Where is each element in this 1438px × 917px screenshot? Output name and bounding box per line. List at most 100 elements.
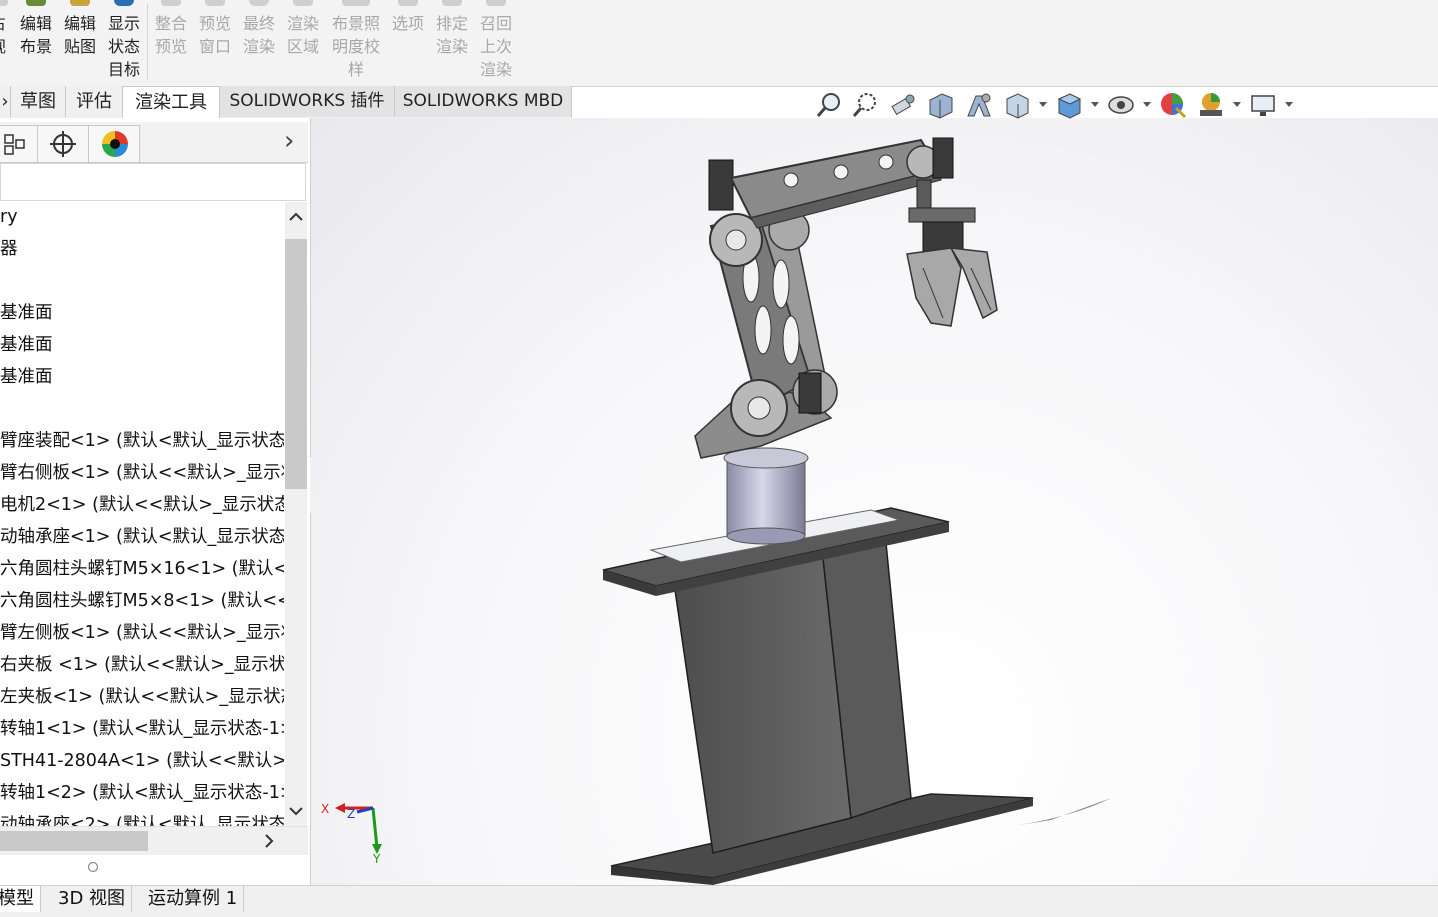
graphics-area[interactable]: X Y Z <box>311 118 1438 885</box>
edit-appearance-icon[interactable] <box>1158 90 1188 120</box>
edit-scene-button[interactable]: 编辑 布景 <box>16 0 56 58</box>
previous-view-icon[interactable] <box>888 90 918 120</box>
hide-show-items-icon[interactable] <box>1106 90 1136 120</box>
section-view-icon[interactable] <box>926 90 956 120</box>
scroll-right-icon[interactable] <box>258 830 280 852</box>
tree-horizontal-scrollbar[interactable] <box>0 826 308 855</box>
dimxpert-tab[interactable] <box>37 125 89 163</box>
tree-item[interactable]: 电机2<1> (默认<<默认>_显示状态 <box>0 490 284 520</box>
tree-item[interactable]: 动轴承座<2> (默认<默认_显示状态- <box>0 810 284 826</box>
chevron-down-icon[interactable] <box>1091 102 1099 107</box>
base-pillar <box>672 557 852 854</box>
tree-filter-input[interactable] <box>0 163 306 201</box>
apply-scene-icon[interactable] <box>1196 90 1226 120</box>
tree-item[interactable]: 器 <box>0 234 18 264</box>
command-manager-tabs: › 草图 评估 渲染工具 SOLIDWORKS 插件 SOLIDWORKS MB… <box>0 86 572 118</box>
arm-slot <box>754 305 772 355</box>
heads-up-view-toolbar <box>810 90 1310 124</box>
scroll-down-icon[interactable] <box>285 800 307 822</box>
edit-decal-icon <box>70 0 90 6</box>
display-manager-icon <box>102 131 128 157</box>
tree-item[interactable]: 右夹板 <1> (默认<<默认>_显示状态 <box>0 650 284 680</box>
robot-arm-model[interactable] <box>311 118 1438 885</box>
tab-render-tools[interactable]: 渲染工具 <box>122 86 220 118</box>
arm-slot <box>772 259 790 309</box>
ribbon: 占 视 编辑 布景 编辑 贴图 显示 状态 目标 整合 预览 预览 窗口 最终 … <box>0 0 1438 87</box>
display-manager-tab[interactable] <box>88 125 140 163</box>
gripper-servo <box>922 221 964 253</box>
tree-item[interactable]: 六角圆柱头螺钉M5×16<1> (默认< <box>0 554 284 584</box>
dynamic-annotation-icon[interactable] <box>964 90 994 120</box>
x-axis-label: X <box>321 802 329 816</box>
recall-icon <box>486 0 506 6</box>
zoom-to-fit-icon[interactable] <box>814 90 844 120</box>
final-render-icon <box>249 0 269 6</box>
display-state-target-button[interactable]: 显示 状态 目标 <box>104 0 144 81</box>
schedule-icon <box>442 0 462 6</box>
tree-item[interactable]: 转轴1<1> (默认<默认_显示状态-1> <box>0 714 284 744</box>
view-orientation-icon[interactable] <box>1002 90 1032 120</box>
tree-item[interactable]: 臂左侧板<1> (默认<<默认>_显示状 <box>0 618 284 648</box>
tab-sketch[interactable]: 草图 <box>11 86 66 117</box>
panel-resize-grip-icon[interactable] <box>86 860 100 874</box>
schedule-render-button[interactable]: 排定 渲染 <box>432 0 472 58</box>
tree-item[interactable]: 臂右侧板<1> (默认<<默认>_显示状 <box>0 458 284 488</box>
render-region-button[interactable]: 渲染 区域 <box>283 0 323 58</box>
configuration-manager-tab[interactable] <box>0 125 38 163</box>
final-render-button[interactable]: 最终 渲染 <box>239 0 279 58</box>
scene-illumination-icon <box>342 0 370 6</box>
scrollbar-thumb[interactable] <box>285 239 307 489</box>
integrated-preview-button[interactable]: 整合 预览 <box>151 0 191 58</box>
wrist-link <box>916 179 932 211</box>
panel-expand-arrow[interactable]: › <box>284 126 294 156</box>
panel-tab-bar: › <box>0 122 308 163</box>
tab-model[interactable]: 模型 <box>0 886 41 912</box>
zoom-to-area-icon[interactable] <box>850 90 880 120</box>
shoulder-joint-hub <box>747 396 771 420</box>
preview-window-button[interactable]: 预览 窗口 <box>195 0 235 58</box>
tree-item[interactable]: 基准面 <box>0 330 53 360</box>
tree-item[interactable]: STH41-2804A<1> (默认<<默认>_ <box>0 746 284 776</box>
gripper-mount <box>908 207 976 223</box>
tab-motion-study-1[interactable]: 运动算例 1 <box>142 886 245 912</box>
tree-item[interactable]: ry <box>0 202 18 232</box>
scene-illumination-proof-button[interactable]: 布景照 明度校 样 <box>330 0 382 81</box>
feature-tree: ry 器 基准面 基准面 基准面 臂座装配<1> (默认<默认_显示状态- 臂右… <box>0 202 284 826</box>
render-region-icon <box>293 0 313 6</box>
tree-item[interactable]: 基准面 <box>0 298 53 328</box>
tree-item[interactable]: 左夹板<1> (默认<<默认>_显示状态 <box>0 682 284 712</box>
elbow-motor <box>708 159 734 211</box>
view-settings-icon[interactable] <box>1248 90 1278 120</box>
z-axis-label: Z <box>347 807 355 821</box>
tab-3d-views[interactable]: 3D 视图 <box>52 886 133 912</box>
preview-window-icon <box>205 0 225 6</box>
display-style-icon[interactable] <box>1054 90 1084 120</box>
y-axis-arrow <box>371 807 379 849</box>
configuration-manager-icon <box>4 134 25 155</box>
tab-solidworks-mbd[interactable]: SOLIDWORKS MBD <box>395 86 572 117</box>
tab-evaluate[interactable]: 评估 <box>66 86 123 117</box>
tree-item[interactable]: 六角圆柱头螺钉M5×8<1> (默认<< <box>0 586 284 616</box>
scroll-up-icon[interactable] <box>285 206 307 228</box>
tab-solidworks-addins[interactable]: SOLIDWORKS 插件 <box>220 86 395 117</box>
target-icon <box>114 0 134 6</box>
tree-item[interactable]: 转轴1<2> (默认<默认_显示状态-1> <box>0 778 284 808</box>
chevron-down-icon[interactable] <box>1039 102 1047 107</box>
recall-last-render-button[interactable]: 召回 上次 渲染 <box>476 0 516 81</box>
chevron-down-icon[interactable] <box>1233 102 1241 107</box>
column-bottom <box>726 527 806 545</box>
chevron-down-icon[interactable] <box>1285 102 1293 107</box>
dimxpert-icon <box>50 131 76 157</box>
ribbon-separator <box>147 4 148 80</box>
scrollbar-thumb[interactable] <box>0 831 148 851</box>
options-button[interactable]: 选项 <box>388 0 428 35</box>
tree-item[interactable]: 臂座装配<1> (默认<默认_显示状态- <box>0 426 284 456</box>
edit-decal-button[interactable]: 编辑 贴图 <box>60 0 100 58</box>
tree-item[interactable]: 基准面 <box>0 362 53 392</box>
tree-vertical-scrollbar[interactable] <box>285 202 307 826</box>
chevron-down-icon[interactable] <box>1143 102 1151 107</box>
integrated-preview-icon <box>161 0 181 6</box>
tree-item[interactable]: 动轴承座<1> (默认<默认_显示状态- <box>0 522 284 552</box>
tab-overflow[interactable]: › <box>0 86 11 117</box>
arm-hole <box>783 172 799 188</box>
